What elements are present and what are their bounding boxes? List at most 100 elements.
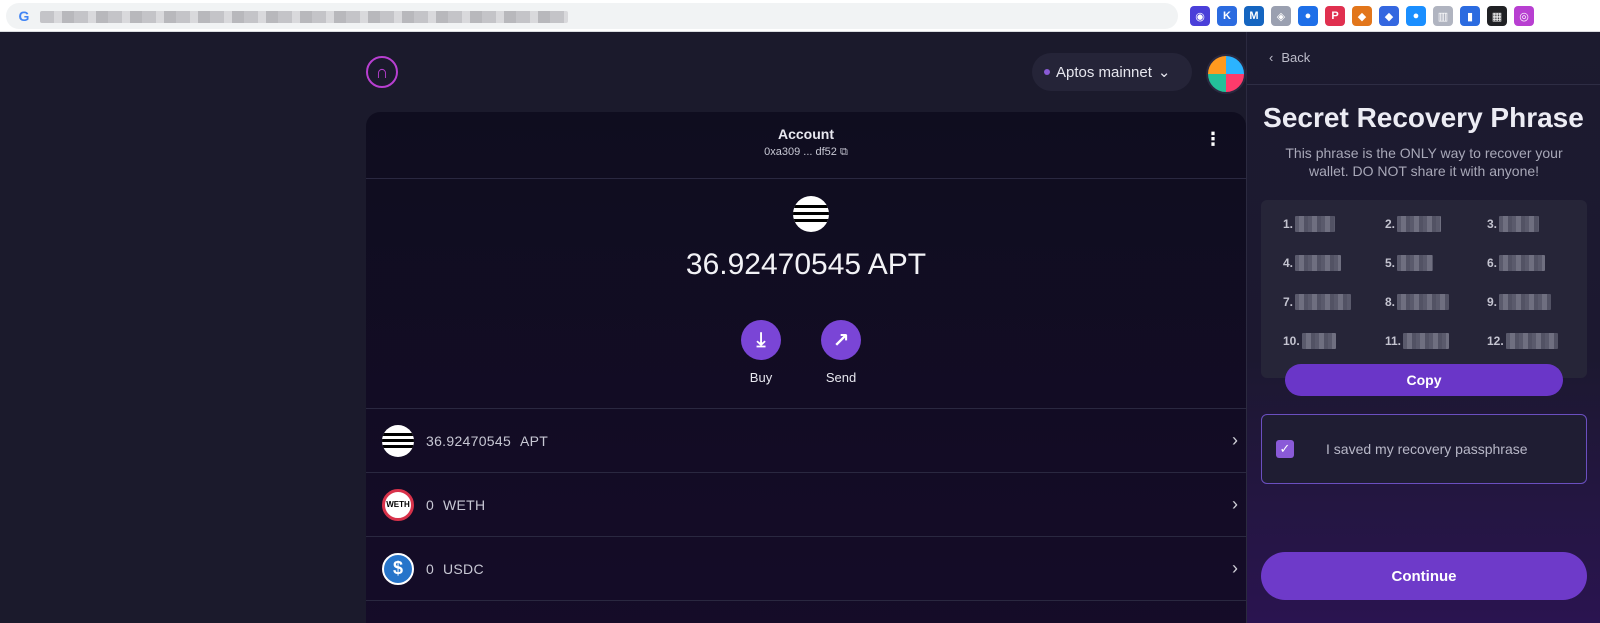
phrase-word-redacted	[1403, 333, 1450, 349]
phrase-word-1: 1.	[1283, 216, 1336, 232]
aptos-icon	[793, 196, 829, 232]
chevron-right-icon: ›	[1232, 494, 1238, 514]
recovery-phrase-popup: ‹ Back Secret Recovery Phrase This phras…	[1246, 32, 1600, 623]
phrase-word-number: 11.	[1385, 334, 1402, 348]
ext-k-icon[interactable]: K	[1217, 6, 1237, 26]
page-title: Secret Recovery Phrase	[1263, 102, 1584, 133]
ext-p-icon[interactable]: P	[1325, 6, 1345, 26]
token-row-usdc[interactable]: $ 0 USDC ›	[366, 536, 1246, 600]
phrase-word-redacted	[1397, 255, 1434, 271]
ext-diamond-icon[interactable]: ◆	[1379, 6, 1399, 26]
send-button[interactable]: ↗ Send	[811, 320, 871, 385]
page-subtitle: This phrase is the ONLY way to recover y…	[1285, 145, 1563, 179]
phrase-word-redacted	[1499, 255, 1546, 271]
ext-m-icon[interactable]: M	[1244, 6, 1264, 26]
phrase-word-11: 11.	[1385, 333, 1450, 349]
saved-checkbox[interactable]: ✓	[1276, 440, 1294, 458]
token-amount: 36.92470545	[426, 432, 512, 449]
phrase-word-redacted	[1295, 294, 1352, 310]
extensions-bar: ◉ K M ◈ ● P ◆ ◆ ● ▥ ▮ ▦ ◎	[1190, 6, 1534, 26]
saved-confirmation[interactable]: ✓ I saved my recovery passphrase	[1261, 414, 1587, 484]
phrase-word-number: 10.	[1283, 334, 1300, 348]
copy-icon[interactable]: ⧉	[840, 146, 848, 158]
send-label: Send	[825, 370, 857, 385]
phrase-word-2: 2.	[1385, 216, 1442, 232]
phrase-word-6: 6.	[1487, 255, 1546, 271]
ext-circle-icon[interactable]: ●	[1298, 6, 1318, 26]
token-row-apt[interactable]: 36.92470545 APT ›	[366, 408, 1246, 472]
phrase-word-redacted	[1397, 294, 1450, 310]
phrase-word-number: 3.	[1487, 217, 1498, 231]
token-amount: 0	[426, 560, 435, 577]
network-selector[interactable]: Aptos mainnet ⌄	[1032, 53, 1192, 91]
chevron-right-icon: ›	[1232, 430, 1238, 450]
phrase-word-number: 4.	[1283, 256, 1294, 270]
phrase-word-redacted	[1295, 216, 1336, 232]
chevron-down-icon: ⌄	[1157, 64, 1171, 81]
phrase-word-7: 7.	[1283, 294, 1352, 310]
ext-petra-icon[interactable]: ◎	[1514, 6, 1534, 26]
continue-button[interactable]: Continue	[1261, 552, 1587, 600]
ext-bookmark-icon[interactable]: ▮	[1460, 6, 1480, 26]
token-symbol: USDC	[442, 560, 484, 577]
divider	[366, 600, 1246, 601]
account-title: Account	[778, 126, 834, 142]
buy-label: Buy	[749, 370, 773, 385]
recovery-phrase-grid: 1. 2. 3. 4. 5. 6. 7. 8. 9. 10. 11. 12.	[1261, 200, 1587, 378]
phrase-word-10: 10.	[1283, 333, 1336, 349]
download-icon: ⤓	[741, 320, 781, 360]
phrase-word-12: 12.	[1487, 333, 1558, 349]
wallet-card: Account 0xa309 ... df52 ⧉ ⋮ 36.92470545 …	[366, 112, 1246, 623]
chevron-left-icon: ‹	[1269, 50, 1274, 65]
avatar[interactable]	[1206, 54, 1246, 94]
token-symbol: WETH	[442, 496, 486, 513]
account-address[interactable]: 0xa309 ... df52 ⧉	[366, 146, 1246, 159]
phrase-word-3: 3.	[1487, 216, 1540, 232]
token-symbol: APT	[519, 432, 549, 449]
token-row-weth[interactable]: WETH 0 WETH ›	[366, 472, 1246, 536]
back-button[interactable]: ‹ Back	[1269, 50, 1310, 65]
weth-icon: WETH	[382, 488, 414, 521]
phrase-word-number: 12.	[1487, 334, 1504, 348]
phrase-word-redacted	[1397, 216, 1442, 232]
divider	[1247, 84, 1600, 85]
phrase-word-5: 5.	[1385, 255, 1434, 271]
copy-button[interactable]: Copy	[1285, 364, 1563, 396]
phrase-word-number: 9.	[1487, 295, 1498, 309]
divider	[366, 178, 1246, 179]
ext-1-icon[interactable]: ◉	[1190, 6, 1210, 26]
ext-grid-icon[interactable]: ▦	[1487, 6, 1507, 26]
phrase-word-8: 8.	[1385, 294, 1450, 310]
ext-book-icon[interactable]: ▥	[1433, 6, 1453, 26]
usdc-icon: $	[382, 552, 414, 585]
google-icon: G	[18, 8, 30, 24]
chevron-right-icon: ›	[1232, 558, 1238, 578]
phrase-word-number: 1.	[1283, 217, 1294, 231]
phrase-word-4: 4.	[1283, 255, 1342, 271]
network-label: Aptos mainnet	[1056, 63, 1152, 81]
phrase-word-redacted	[1499, 294, 1552, 310]
aptos-icon	[382, 424, 414, 457]
url-text-redacted	[40, 11, 568, 23]
ext-swirl-icon[interactable]: ●	[1406, 6, 1426, 26]
phrase-word-number: 8.	[1385, 295, 1396, 309]
back-label: Back	[1281, 50, 1311, 65]
phrase-word-number: 6.	[1487, 256, 1498, 270]
network-status-dot	[1044, 69, 1050, 75]
phrase-word-9: 9.	[1487, 294, 1552, 310]
address-bar[interactable]: G	[6, 3, 1178, 29]
petra-logo-icon[interactable]: ∩	[366, 56, 398, 88]
browser-toolbar: G ◉ K M ◈ ● P ◆ ◆ ● ▥ ▮ ▦ ◎	[0, 0, 1600, 32]
phrase-word-number: 5.	[1385, 256, 1396, 270]
arrow-up-right-icon: ↗	[821, 320, 861, 360]
phrase-word-number: 2.	[1385, 217, 1396, 231]
phrase-word-redacted	[1301, 333, 1336, 349]
buy-button[interactable]: ⤓ Buy	[731, 320, 791, 385]
ext-fox-icon[interactable]: ◆	[1352, 6, 1372, 26]
address-text: 0xa309 ... df52	[764, 146, 837, 158]
ext-shield-icon[interactable]: ◈	[1271, 6, 1291, 26]
phrase-word-number: 7.	[1283, 295, 1294, 309]
saved-label: I saved my recovery passphrase	[1326, 441, 1528, 457]
more-options-icon[interactable]: ⋮	[1204, 130, 1222, 148]
phrase-word-redacted	[1499, 216, 1540, 232]
